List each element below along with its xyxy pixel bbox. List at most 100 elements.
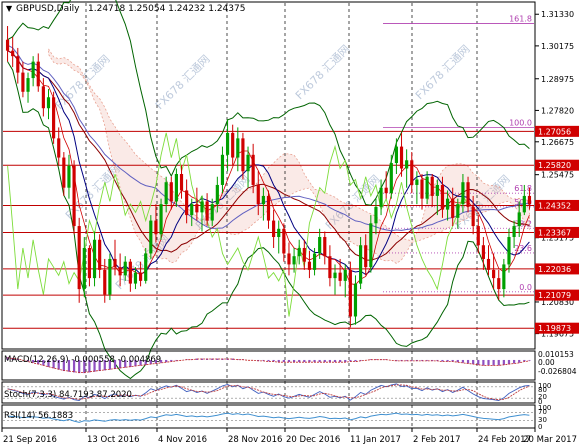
candle-body [277,228,281,238]
candle-body [507,237,511,265]
candle-body [113,258,117,268]
candle-body [108,258,112,295]
candle-body [338,272,342,281]
time-tick-label: 2 Feb 2017 [413,435,461,445]
candle-body [481,245,485,259]
chart-background [0,0,579,448]
candle-body [179,173,184,191]
candle-body [399,146,404,169]
candle-body [46,97,51,109]
candle-body [52,97,56,139]
candle-body [159,204,163,235]
time-tick-label: 11 Jan 2017 [350,435,401,445]
candle-body [246,154,250,172]
candle-body [307,261,312,270]
candle-body [323,237,327,257]
candle-body [266,195,271,221]
candle-body [103,269,107,295]
price-level-label: 1.22036 [538,265,571,274]
candle-body [410,160,414,185]
time-tick-label: 28 Nov 2016 [228,435,282,445]
candle-body [215,184,219,205]
candle-body [466,182,470,207]
price-level-label: 1.23367 [538,228,571,237]
candle-body [210,204,214,221]
candle-body [149,220,153,254]
candle-body [440,184,445,210]
candle-body [486,258,491,270]
price-level-label: 1.27056 [538,127,571,136]
price-tick-label: 1.30175 [541,42,574,51]
candle-body [231,132,235,158]
macd-title: MACD(12,26,9) -0.000558 -0.004869 [4,355,161,365]
candle-body [312,253,317,270]
candle-body [405,160,409,169]
candle-body [123,261,127,276]
candle-body [36,61,40,87]
candle-body [57,138,61,158]
candle-body [236,138,240,158]
candle-body [415,179,419,185]
price-tick-label: 1.31330 [541,10,574,19]
candle-body [133,272,138,284]
candle-body [256,184,260,205]
fibo-label: 0.0 [519,283,532,292]
candle-body [297,247,301,257]
candle-body [497,278,501,290]
price-level-label: 1.25820 [538,161,571,170]
price-tick-label: 1.27820 [541,106,574,115]
time-tick-label: 21 Sep 2016 [3,435,57,445]
candle-body [16,56,20,73]
candle-body [461,182,465,205]
candle-body [492,269,496,279]
candle-body [502,264,506,290]
candle-body [282,228,286,254]
rsi-tick-label: 0 [538,423,542,431]
price-tick-label: 1.26675 [541,138,574,147]
price-tick-label: 1.28975 [541,75,574,84]
candle-body [522,195,526,213]
chart-header: ▼ GBPUSD,Daily 1.24718 1.25054 1.24232 1… [6,4,245,14]
candle-body [41,86,45,109]
candle-body [261,195,265,205]
candle-body [456,204,460,218]
time-tick-label: 4 Nov 2016 [158,435,207,445]
candle-body [451,198,455,218]
candle-body [287,253,291,265]
candle-body [200,201,204,213]
candle-body [67,165,71,188]
time-tick-label: 13 Oct 2016 [87,435,140,445]
candle-body [379,187,383,207]
chart-root: FX678 汇通网 FX678 汇通网 FX678 汇通网 FX678 汇通网FX67… [0,0,579,448]
rsi-tick-label: 70 [538,408,547,416]
candle-body [62,157,66,188]
price-level-label: 1.19873 [538,324,571,333]
candle-body [77,226,81,290]
candle-body [154,220,158,235]
candle-body [144,253,148,281]
candle-body [343,269,347,281]
candle-body [174,173,178,202]
time-tick-label: 20 Dec 2016 [286,435,340,445]
header-arrow-icon: ▼ [6,4,13,13]
candle-body [87,247,92,279]
fibo-label: 161.8 [509,15,532,24]
candle-body [394,146,398,164]
macd-tick-label: -0.026804 [538,367,577,376]
candle-body [118,267,122,276]
candle-body [241,138,245,172]
candle-body [21,72,25,92]
candle-body [92,239,97,279]
candle-body [11,50,15,57]
stoch-title: Stoch(7,3,3) 84.7193 87.2020 [4,390,132,400]
candle-body [471,206,475,227]
candle-body [164,182,168,205]
candle-body [369,223,373,268]
candle-body [435,184,439,196]
candle-body [517,212,521,227]
candle-body [374,206,378,224]
header-ohlc: 1.24718 1.25054 1.24232 1.24375 [88,4,245,14]
candle-body [220,154,225,185]
candle-body [185,190,189,216]
candle-body [26,78,30,92]
